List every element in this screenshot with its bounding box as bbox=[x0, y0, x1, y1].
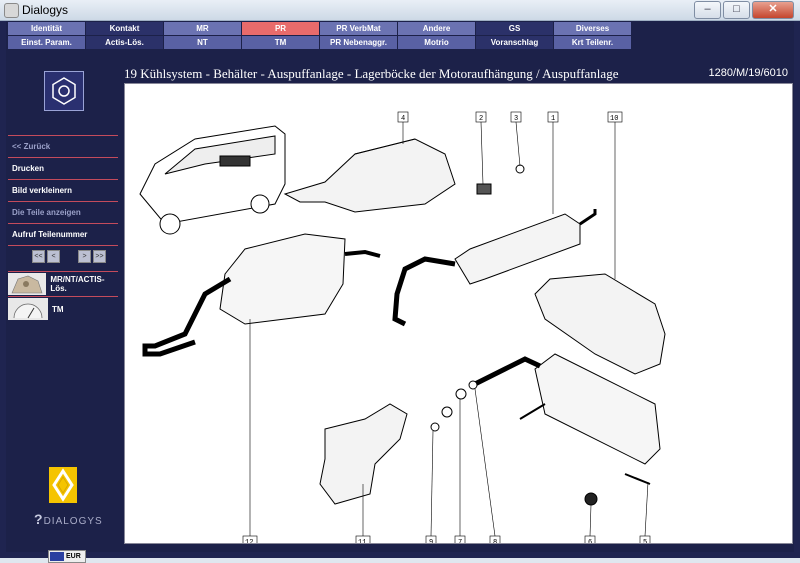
callout-8-label: 8 bbox=[493, 539, 497, 543]
tab-pr[interactable]: PR bbox=[242, 22, 319, 35]
tm-label: TM bbox=[52, 304, 64, 314]
tab-andere[interactable]: Andere bbox=[398, 22, 475, 35]
tab-kontakt[interactable]: Kontakt bbox=[86, 22, 163, 35]
time-manual-thumbnail-icon bbox=[8, 298, 48, 320]
nut-logo bbox=[44, 71, 84, 111]
tab-motrio[interactable]: Motrio bbox=[398, 36, 475, 49]
close-button[interactable]: ✕ bbox=[752, 1, 794, 19]
tab-pr-nebenaggr[interactable]: PR Nebenaggr. bbox=[320, 36, 397, 49]
tab-einst-param[interactable]: Einst. Param. bbox=[8, 36, 85, 49]
callout-11-label: 11 bbox=[358, 539, 366, 543]
callout-4-label: 4 bbox=[401, 115, 405, 123]
minimize-button[interactable]: – bbox=[694, 1, 721, 19]
page-code: 1280/M/19/6010 bbox=[708, 67, 788, 79]
callout-3-label: 3 bbox=[514, 115, 518, 123]
currency-button[interactable]: EUR bbox=[48, 550, 86, 563]
manual-thumbnail-icon bbox=[8, 273, 47, 295]
nut-icon bbox=[52, 77, 76, 105]
callout-12-label: 12 bbox=[245, 539, 253, 543]
currency-label: EUR bbox=[66, 553, 81, 560]
tab-actis-lös[interactable]: Actis-Lös. bbox=[86, 36, 163, 49]
tab-diverses[interactable]: Diverses bbox=[554, 22, 631, 35]
tab-bar: Identität Kontakt MR PR PR VerbMat Andere GS Di… bbox=[8, 22, 632, 50]
next-page-button[interactable]: > bbox=[78, 250, 91, 263]
tab-gs[interactable]: GS bbox=[476, 22, 553, 35]
callout-10-label: 10 bbox=[610, 115, 618, 123]
first-page-button[interactable]: << bbox=[32, 250, 45, 263]
tab-mr[interactable]: MR bbox=[164, 22, 241, 35]
show-parts-button[interactable]: Die Teile anzeigen bbox=[8, 201, 118, 223]
exhaust-diagram-svg: 4 2 3 1 10 12 11 9 7 8 6 5 bbox=[139, 111, 666, 547]
shrink-image-button[interactable]: Bild verkleinern bbox=[8, 179, 118, 201]
callout-5-label: 5 bbox=[643, 539, 647, 543]
app-window: Dialogys – □ ✕ Identität Kontakt MR PR PR Ve… bbox=[0, 0, 800, 563]
callout-7-label: 7 bbox=[458, 539, 462, 543]
tab-voranschlag[interactable]: Voranschlag bbox=[476, 36, 553, 49]
back-button[interactable]: << Zurück bbox=[8, 135, 118, 157]
tab-nt[interactable]: NT bbox=[164, 36, 241, 49]
renault-logo bbox=[49, 467, 77, 503]
parts-diagram[interactable]: 4 2 3 1 10 12 11 9 7 8 6 5 bbox=[124, 83, 793, 547]
tab-pr-verbmat[interactable]: PR VerbMat bbox=[320, 22, 397, 35]
prev-page-button[interactable]: < bbox=[47, 250, 60, 263]
page-header: 19 Kühlsystem - Behälter - Auspuffanlage… bbox=[124, 65, 792, 83]
main-frame: Identität Kontakt MR PR PR VerbMat Andere GS Di… bbox=[6, 21, 794, 563]
tab-krt-teilenr[interactable]: Krt Teilenr. bbox=[554, 36, 631, 49]
print-button[interactable]: Drucken bbox=[8, 157, 118, 179]
last-page-button[interactable]: >> bbox=[93, 250, 106, 263]
callout-6-label: 6 bbox=[588, 539, 592, 543]
mr-nt-actis-label: MR/NT/ACTIS-Lös. bbox=[50, 275, 105, 293]
dialogys-logo: ?DIALOGYS bbox=[34, 511, 103, 527]
call-part-number-button[interactable]: Aufruf Teilenummer bbox=[8, 223, 118, 245]
mr-nt-actis-link[interactable]: MR/NT/ACTIS-Lös. bbox=[8, 271, 118, 296]
maximize-button[interactable]: □ bbox=[723, 1, 750, 19]
pager: << < > >> bbox=[8, 245, 118, 267]
app-icon bbox=[4, 3, 19, 18]
window-title: Dialogys bbox=[22, 3, 69, 17]
callout-1-label: 1 bbox=[551, 115, 555, 123]
sidebar: << Zurück Drucken Bild verkleinern Die T… bbox=[6, 65, 120, 563]
tab-identität[interactable]: Identität bbox=[8, 22, 85, 35]
dialogys-brand: DIALOGYS bbox=[43, 516, 103, 527]
callout-9-label: 9 bbox=[429, 539, 433, 543]
page-title: 19 Kühlsystem - Behälter - Auspuffanlage… bbox=[124, 66, 619, 81]
title-bar: Dialogys – □ ✕ bbox=[0, 0, 800, 21]
tm-link[interactable]: TM bbox=[8, 296, 118, 321]
callout-2-label: 2 bbox=[479, 115, 483, 123]
car-illustration bbox=[139, 125, 286, 235]
tab-tm[interactable]: TM bbox=[242, 36, 319, 49]
